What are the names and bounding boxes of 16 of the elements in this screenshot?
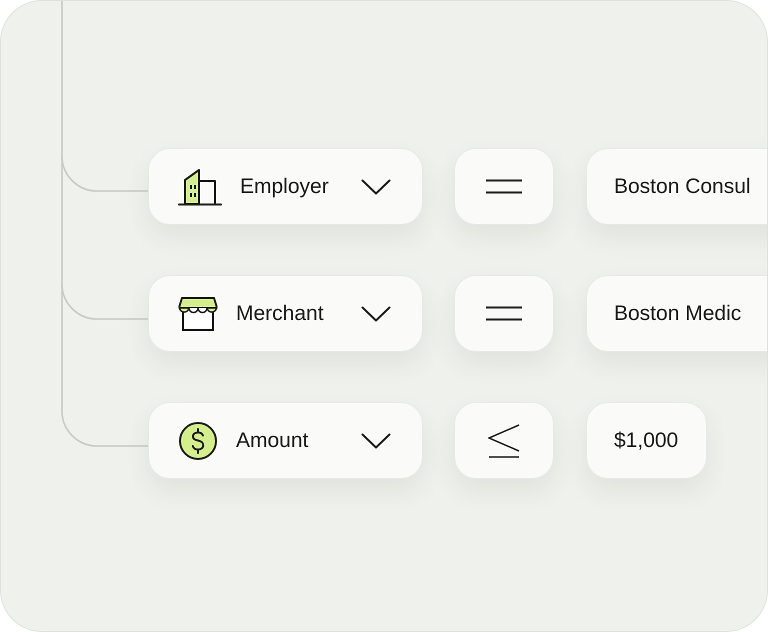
field-dropdown[interactable]: Amount (148, 402, 423, 479)
building-icon (178, 166, 222, 206)
value-field[interactable]: Boston Medic (586, 275, 767, 352)
dollar-coin-icon (178, 420, 218, 460)
less-or-equal-icon (488, 424, 520, 458)
field-dropdown[interactable]: Merchant (148, 275, 423, 352)
storefront-icon (178, 296, 218, 332)
equals-icon (486, 306, 522, 321)
equals-icon (486, 179, 522, 194)
chevron-down-icon (361, 306, 391, 322)
field-dropdown[interactable]: Employer (148, 148, 423, 225)
value-field[interactable]: $1,000 (586, 402, 708, 479)
operator-button[interactable] (454, 402, 554, 479)
value-field[interactable]: Boston Consul (586, 148, 767, 225)
chevron-down-icon (361, 432, 391, 448)
chevron-down-icon (361, 178, 391, 194)
